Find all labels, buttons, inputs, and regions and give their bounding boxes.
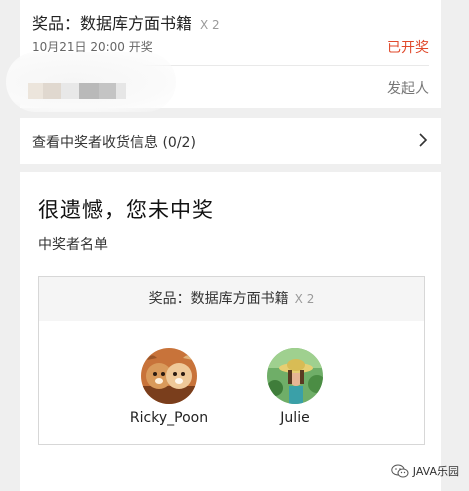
- view-shipping-label: 查看中奖者收货信息 (0/2): [32, 135, 196, 151]
- sponsor-label: 发起人: [387, 81, 429, 97]
- winners-box-header: 奖品：数据库方面书籍 X 2: [39, 277, 424, 321]
- wechat-icon: [391, 464, 409, 478]
- watermark: JAVA乐园: [391, 463, 459, 479]
- winner-name: Julie: [280, 410, 310, 426]
- winner-name: Ricky_Poon: [129, 410, 209, 426]
- prize-title: 奖品：数据库方面书籍 X 2: [32, 10, 220, 34]
- lottery-info-card: 奖品：数据库方面书籍 X 2 10月21日 20:00 开奖 已开奖 发起人: [6, 0, 441, 112]
- winners-box: 奖品：数据库方面书籍 X 2 Ricky_Poon Julie: [38, 276, 425, 445]
- status-badge: 已开奖: [387, 40, 429, 56]
- winner-item[interactable]: Julie: [245, 348, 345, 426]
- person-in-hat-avatar-icon: [267, 348, 323, 404]
- result-title: 很遗憾，您未中奖: [38, 198, 214, 222]
- chevron-right-icon: [419, 133, 428, 147]
- prize-label: 奖品：数据库方面书籍: [32, 14, 193, 33]
- blurred-sponsor-avatar: [6, 52, 176, 112]
- dog-photo-avatar-icon: [141, 348, 197, 404]
- prize-quantity: X 2: [200, 18, 220, 32]
- winner-item[interactable]: Ricky_Poon: [119, 348, 219, 426]
- sponsor-row[interactable]: 发起人: [6, 52, 441, 112]
- box-prize-quantity: X 2: [294, 292, 315, 306]
- result-card: 很遗憾，您未中奖 中奖者名单 奖品：数据库方面书籍 X 2 Ricky_Poon: [20, 172, 441, 491]
- box-prize-label: 奖品：数据库方面书籍: [148, 291, 289, 307]
- winners-label: 中奖者名单: [38, 237, 108, 253]
- view-shipping-info-link[interactable]: 查看中奖者收货信息 (0/2): [20, 118, 441, 164]
- watermark-text: JAVA乐园: [412, 465, 459, 478]
